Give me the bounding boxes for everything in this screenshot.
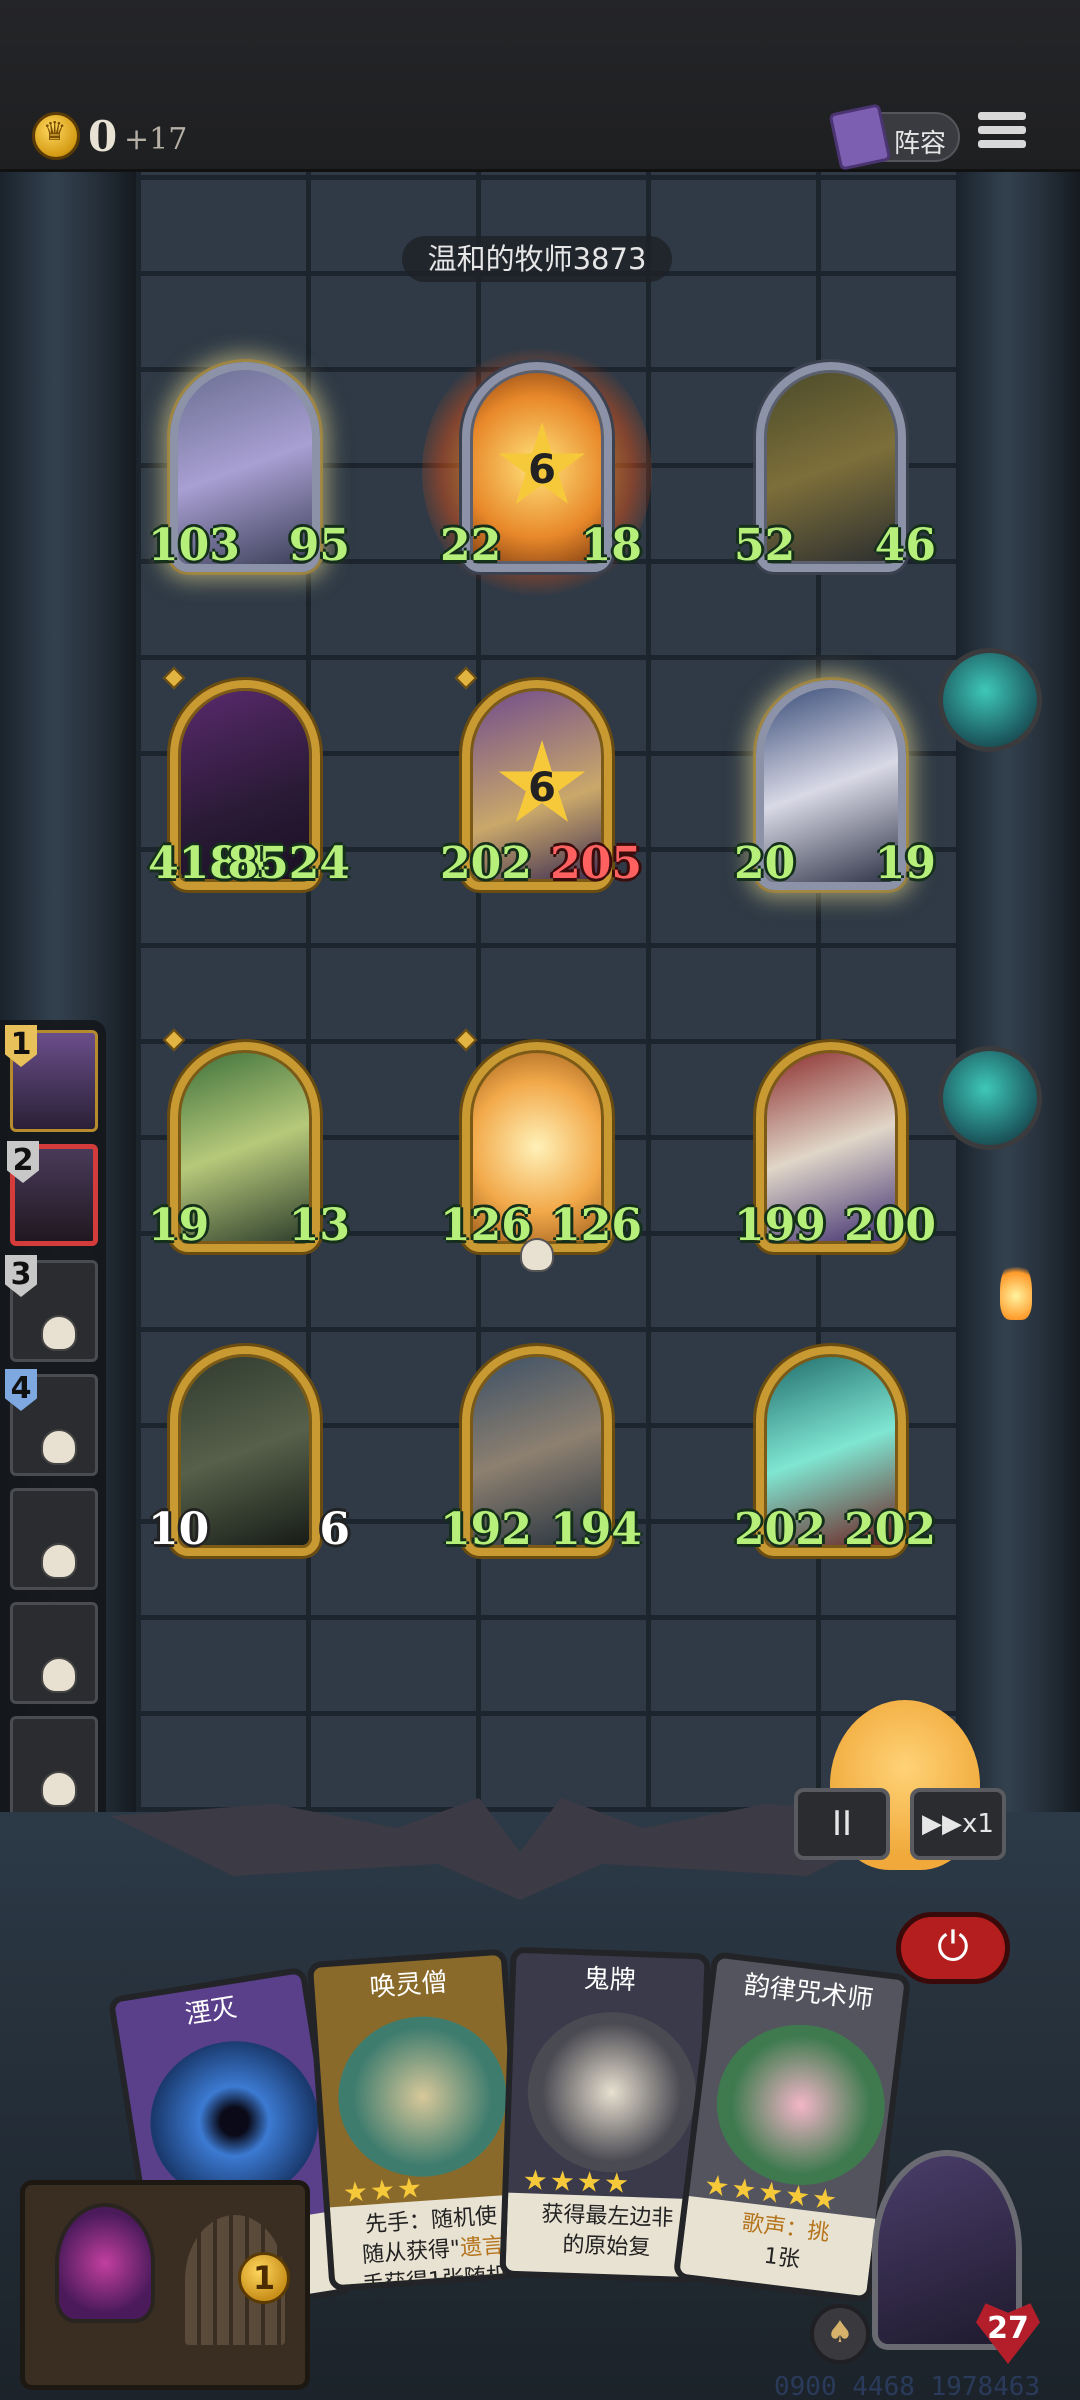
- minion-attack: 192: [440, 1504, 532, 1555]
- minion-jester[interactable]: 199 200: [734, 1042, 936, 1262]
- queue-number: 4: [5, 1369, 37, 1411]
- deathrattle-skull-icon: [520, 1238, 554, 1272]
- top-bar: 0 +17 阵容: [0, 0, 1080, 172]
- minion-health: 18: [580, 520, 642, 571]
- minion-health: 46: [874, 520, 936, 571]
- minion-attack: 126: [440, 1200, 532, 1251]
- minion-health: 6: [319, 1504, 350, 1555]
- surrender-power-button[interactable]: ⏻: [896, 1912, 1010, 1984]
- minion-health: 13: [288, 1200, 350, 1251]
- minion-health: 194: [550, 1504, 642, 1555]
- queue-slot[interactable]: 1: [5, 1025, 98, 1132]
- minion-health: 205: [550, 838, 642, 889]
- minion-exploding[interactable]: 6 22 18: [422, 342, 652, 602]
- queue-slot[interactable]: [10, 1488, 98, 1590]
- minion-attack: 103: [148, 520, 240, 571]
- minion-mage[interactable]: 20 19: [734, 680, 936, 900]
- card-title: 鬼牌: [583, 1964, 637, 1996]
- minion-harpist[interactable]: 103 95: [148, 362, 350, 582]
- gold-income: +17: [124, 122, 188, 157]
- eliminated-skull-icon: [41, 1543, 77, 1579]
- queue-number: 1: [5, 1025, 37, 1067]
- minion-attack: 10: [148, 1504, 210, 1555]
- minion-health: 19: [874, 838, 936, 889]
- gold-coin-icon: [32, 112, 80, 160]
- card-desc: 获得最左边非 的原始复: [541, 2201, 674, 2261]
- card-desc: 先手：随机使 随从获得"遗言 手获得1张随机: [361, 2203, 509, 2292]
- queue-number: 3: [5, 1255, 37, 1297]
- minion-dragon[interactable]: 4184 8524: [148, 666, 350, 900]
- queue-slot[interactable]: 4: [5, 1369, 98, 1476]
- minion-health: 200: [844, 1200, 936, 1251]
- card-stars: ★★★: [341, 2170, 426, 2210]
- portal-ability-icon[interactable]: [938, 1046, 1042, 1150]
- card-art: [707, 2015, 894, 2195]
- minion-serpent[interactable]: 19 13: [148, 1028, 350, 1262]
- minion-attack: 202: [440, 838, 532, 889]
- hero-ability-button[interactable]: ♠: [810, 2304, 870, 2364]
- minion-health: 8524: [227, 838, 350, 889]
- minion-health: 126: [550, 1200, 642, 1251]
- minion-attack: 19: [148, 1200, 210, 1251]
- lineup-button[interactable]: 阵容: [828, 103, 960, 171]
- minion-health: 95: [288, 520, 350, 571]
- minion-health: 202: [844, 1504, 936, 1555]
- minion-ogre[interactable]: 192 194: [440, 1346, 642, 1566]
- hand-card-necromancer[interactable]: 唤灵僧 ★★★ 先手：随机使 随从获得"遗言 手获得1张随机: [306, 1948, 530, 2292]
- eliminated-skull-icon: [41, 1771, 77, 1807]
- queue-slot[interactable]: [10, 1602, 98, 1704]
- minion-reaper[interactable]: 10 6: [148, 1346, 350, 1566]
- minion-beast[interactable]: 6 202 205: [440, 666, 642, 900]
- card-art: [525, 2009, 699, 2176]
- minion-spirit[interactable]: 126 126: [440, 1028, 642, 1272]
- minion-attack: 52: [734, 520, 796, 571]
- pause-button[interactable]: II: [794, 1788, 890, 1860]
- watermark: 0900 4468 1978463: [774, 2372, 1041, 2400]
- eliminated-skull-icon: [41, 1429, 77, 1465]
- book-icon: [828, 103, 892, 171]
- attack-ability-icon[interactable]: [938, 648, 1042, 752]
- eliminated-skull-icon: [41, 1657, 77, 1693]
- card-art: [333, 2010, 512, 2183]
- card-stars: ★★★★: [522, 2163, 632, 2200]
- minion-ghost[interactable]: 202 202: [734, 1346, 936, 1566]
- gold-amount: 0: [88, 112, 118, 161]
- queue-number: 2: [7, 1141, 39, 1183]
- minion-attack: 199: [734, 1200, 826, 1251]
- minion-attack: 22: [440, 520, 502, 571]
- right-pillar: [956, 172, 1080, 1902]
- torch-icon: [1000, 1260, 1032, 1320]
- minion-shaman[interactable]: 52 46: [734, 362, 936, 582]
- refresh-cost-coin[interactable]: 1: [238, 2252, 290, 2304]
- menu-icon[interactable]: [978, 112, 1026, 158]
- queue-slot[interactable]: [10, 1716, 98, 1818]
- eliminated-skull-icon: [41, 1315, 77, 1351]
- jar-icon: [55, 2203, 155, 2323]
- queue-slot-current[interactable]: 2: [7, 1141, 98, 1246]
- speed-button[interactable]: ▶▶x1: [910, 1788, 1006, 1860]
- card-title: 唤灵僧: [368, 1967, 449, 2004]
- minion-attack: 202: [734, 1504, 826, 1555]
- minion-attack: 20: [734, 838, 796, 889]
- lineup-label: 阵容: [894, 129, 947, 159]
- queue-slot[interactable]: 3: [5, 1255, 98, 1362]
- opponent-name: 温和的牧师3873: [402, 236, 672, 282]
